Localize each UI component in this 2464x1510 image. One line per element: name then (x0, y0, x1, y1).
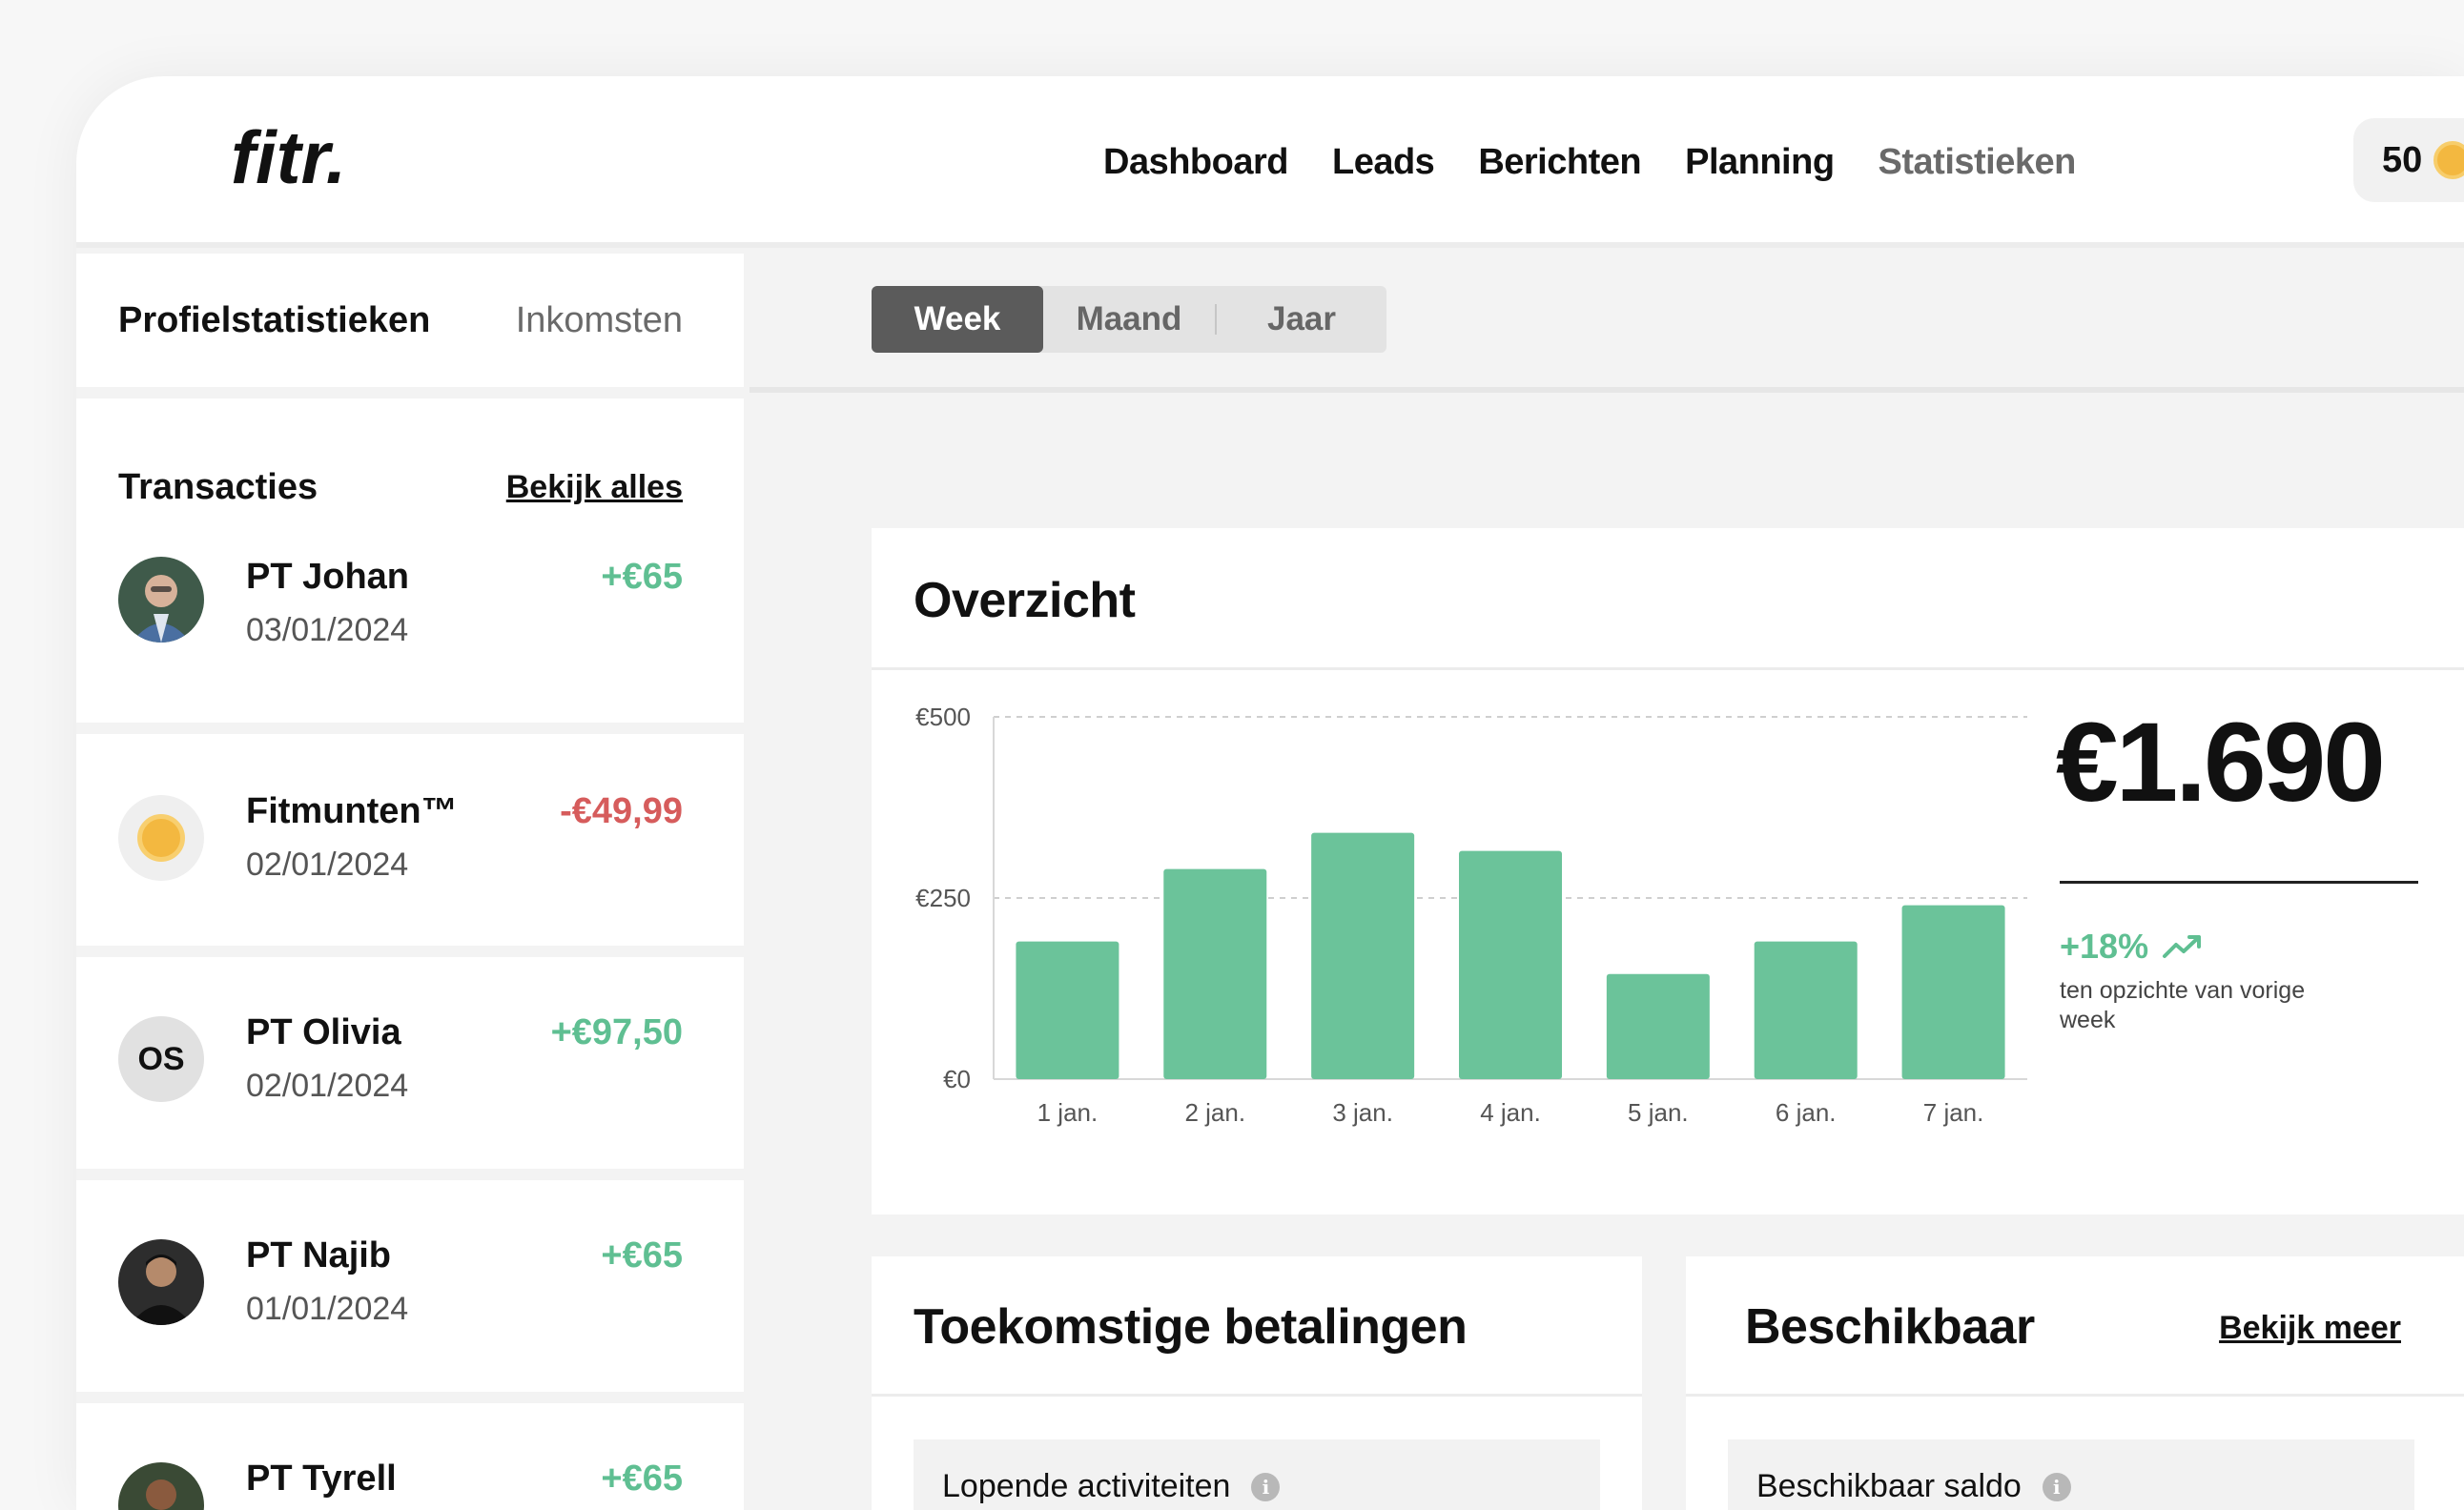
period-selector: Week Maand Jaar (872, 286, 1386, 353)
chart-bar (1606, 973, 1710, 1079)
transaction-amount: +€65 (601, 1235, 683, 1275)
chart-bar (1311, 832, 1415, 1079)
available-balance-label: Beschikbaar saldo i (1756, 1468, 2071, 1505)
nav-berichten[interactable]: Berichten (1478, 142, 1641, 183)
transaction-row[interactable]: PT Tyrell +€65 (76, 1403, 744, 1510)
nav-statistieken[interactable]: Statistieken (1879, 142, 2077, 183)
tab-inkomsten[interactable]: Inkomsten (516, 300, 683, 341)
x-tick-label: 3 jan. (1332, 1098, 1393, 1127)
transaction-amount: +€65 (601, 557, 683, 597)
revenue-bar-chart: €0 €250 €500 1 jan. 2 jan. 3 jan. 4 jan. 5 jan.… (915, 703, 2027, 1127)
avatar: OS (118, 1016, 204, 1102)
coin-icon (2433, 141, 2464, 179)
x-tick-label: 7 jan. (1923, 1098, 1984, 1127)
transaction-name: PT Najib (246, 1235, 392, 1275)
info-icon[interactable]: i (2042, 1472, 2071, 1501)
transaction-row[interactable]: PT Johan 03/01/2024 +€65 (76, 557, 744, 715)
svg-text:fitr.: fitr. (231, 118, 346, 199)
upcoming-payments-card: Toekomstige betalingen Lopende activitei… (872, 1256, 1642, 1510)
avatar (118, 1239, 204, 1325)
chart-bar (1163, 868, 1267, 1079)
available-balance-text: Beschikbaar saldo (1756, 1468, 2022, 1504)
nav-dashboard[interactable]: Dashboard (1103, 142, 1288, 183)
coin-count: 50 (2382, 139, 2423, 180)
info-icon[interactable]: i (1251, 1472, 1281, 1501)
avatar (118, 557, 204, 643)
sidebar: Profielstatistieken Inkomsten Transactie… (76, 254, 744, 1510)
chart-bar (1901, 905, 2005, 1079)
transaction-name: PT Johan (246, 557, 410, 597)
transaction-amount: -€49,99 (560, 791, 683, 831)
period-week-button[interactable]: Week (872, 286, 1043, 353)
transaction-name: PT Tyrell (246, 1459, 397, 1499)
transaction-name: Fitmunten™ (246, 791, 458, 831)
available-balance-box: Beschikbaar saldo i (1728, 1439, 2414, 1510)
fitr-logo[interactable]: fitr. (229, 118, 391, 204)
trending-up-icon (2163, 935, 2202, 958)
y-tick-label: €500 (915, 703, 971, 731)
coin-balance[interactable]: 50 (2353, 118, 2464, 202)
period-year-button[interactable]: Jaar (1217, 286, 1386, 353)
total-underline (2060, 881, 2418, 884)
running-activities-text: Lopende activiteiten (942, 1468, 1231, 1504)
total-amount: €1.690 (2056, 700, 2386, 826)
view-all-link[interactable]: Bekijk alles (506, 469, 683, 506)
x-tick-label: 1 jan. (1037, 1098, 1099, 1127)
transaction-row[interactable]: PT Najib 01/01/2024 +€65 (76, 1180, 744, 1392)
transactions-title: Transacties (118, 467, 318, 507)
nav-leads[interactable]: Leads (1332, 142, 1435, 183)
transaction-date: 02/01/2024 (246, 847, 409, 883)
transaction-name: PT Olivia (246, 1012, 401, 1052)
period-month-button[interactable]: Maand (1043, 286, 1215, 353)
running-activities-box: Lopende activiteiten i (914, 1439, 1600, 1510)
transaction-date: 03/01/2024 (246, 612, 409, 648)
available-card: Beschikbaar Bekijk meer Beschikbaar sald… (1686, 1256, 2464, 1510)
card-divider (872, 667, 2464, 670)
running-activities-label: Lopende activiteiten i (942, 1468, 1281, 1505)
chart-bar (1016, 941, 1119, 1079)
main-nav: Dashboard Leads Berichten Planning Stati… (1103, 133, 2120, 191)
overview-card: Overzicht €0 €250 €500 1 jan. 2 jan. 3 jan. 4 … (872, 528, 2464, 1214)
app-window: fitr. Dashboard Leads Berichten Planning… (76, 76, 2464, 1510)
top-navigation-bar: fitr. Dashboard Leads Berichten Planning… (76, 76, 2464, 248)
nav-planning[interactable]: Planning (1685, 142, 1835, 183)
available-title: Beschikbaar (1745, 1299, 2035, 1355)
x-tick-label: 5 jan. (1628, 1098, 1689, 1127)
chart-bar (1754, 941, 1858, 1079)
view-more-link[interactable]: Bekijk meer (2219, 1310, 2401, 1347)
y-tick-label: €250 (915, 884, 971, 912)
chart-bar (1459, 850, 1562, 1079)
y-tick-label: €0 (943, 1065, 971, 1093)
transaction-date: 02/01/2024 (246, 1068, 409, 1104)
x-tick-label: 4 jan. (1480, 1098, 1541, 1127)
change-note: ten opzichte van vorige week (2060, 977, 2306, 1034)
transaction-row[interactable]: Fitmunten™ 02/01/2024 -€49,99 (76, 734, 744, 946)
transaction-date: 01/01/2024 (246, 1291, 409, 1327)
x-tick-label: 6 jan. (1776, 1098, 1837, 1127)
card-divider (1686, 1394, 2464, 1397)
transaction-row[interactable]: OS PT Olivia 02/01/2024 +€97,50 (76, 957, 744, 1169)
upcoming-payments-title: Toekomstige betalingen (914, 1299, 1468, 1355)
x-tick-label: 2 jan. (1184, 1098, 1245, 1127)
card-divider (872, 1394, 1642, 1397)
coin-avatar-icon (118, 795, 204, 881)
sidebar-tabs: Profielstatistieken Inkomsten (76, 254, 744, 387)
section-divider (749, 387, 2464, 393)
main-content: Week Maand Jaar Overzicht €0 €250 €500 1 ja… (749, 254, 2464, 1510)
tab-profielstatistieken[interactable]: Profielstatistieken (118, 300, 430, 341)
avatar (118, 1462, 204, 1510)
change-percentage: +18% (2060, 927, 2149, 966)
transaction-amount: +€97,50 (550, 1012, 683, 1052)
change-indicator: +18% (2060, 927, 2204, 967)
overview-title: Overzicht (914, 573, 1136, 628)
transaction-amount: +€65 (601, 1459, 683, 1499)
